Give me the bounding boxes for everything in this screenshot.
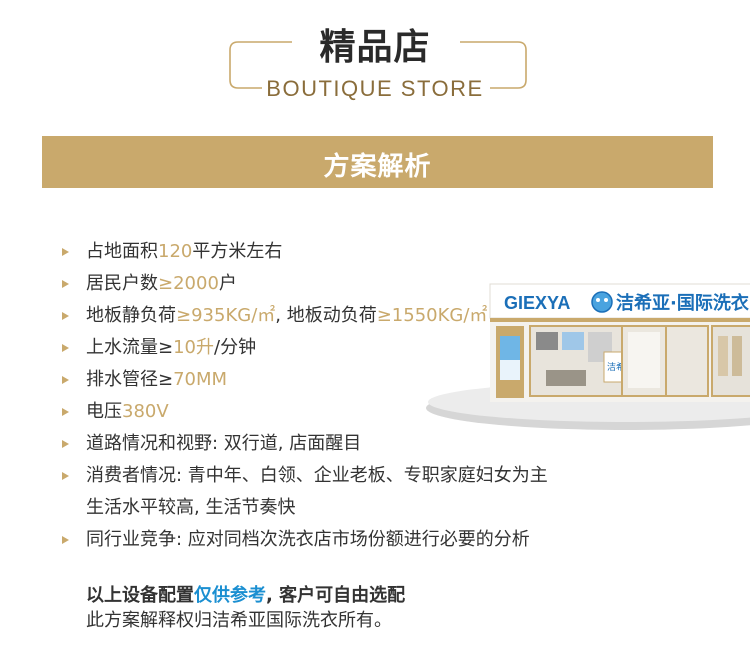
text-segment: 地板静负荷: [86, 305, 176, 326]
bullet-arrow-icon: [62, 344, 69, 352]
bullet-arrow-icon: [62, 408, 69, 416]
text-segment: 占地面积: [86, 241, 158, 262]
text-segment: 电压: [86, 401, 122, 422]
list-item-text: 占地面积120平方米左右: [86, 238, 282, 266]
highlight-value: ≥935KG/㎡: [176, 305, 276, 326]
list-item-text: 上水流量≥10升/分钟: [86, 334, 256, 362]
text-segment: 户: [218, 273, 237, 294]
text-segment: /分钟: [214, 337, 257, 358]
store-brand-en: GIEXYA: [504, 293, 570, 313]
bullet-arrow-icon: [62, 472, 69, 480]
banner-title: 方案解析: [323, 152, 432, 182]
highlight-value: 70MM: [173, 369, 228, 390]
footer-rights: 此方案解释权归洁希亚国际洗衣所有。: [86, 610, 392, 631]
text-segment: 上水流量≥: [86, 337, 174, 358]
store-front-image: GIEXYA 洁希亚·国际洗衣 洁希亚: [426, 283, 750, 430]
bullet-arrow-icon: [62, 248, 69, 256]
bullet-arrow-icon: [62, 536, 69, 544]
text-segment: 同行业竞争: 应对同档次洗衣店市场份额进行必要的分析: [86, 529, 530, 550]
footer-note: 以上设备配置仅供参考, 客户可自由选配: [86, 581, 405, 607]
text-segment: 消费者情况: 青中年、白领、企业老板、专职家庭妇女为主: [86, 465, 548, 486]
list-item-text: 同行业竞争: 应对同档次洗衣店市场份额进行必要的分析: [86, 526, 530, 554]
list-item-text: 排水管径≥70MM: [86, 366, 227, 394]
highlight-value: ≥2000: [158, 273, 219, 294]
text-segment: 道路情况和视野: 双行道, 店面醒目: [86, 433, 362, 454]
list-item-text: 消费者情况: 青中年、白领、企业老板、专职家庭妇女为主: [86, 462, 548, 490]
page-title: 精品店: [319, 27, 431, 68]
highlight-value: 10升: [173, 337, 214, 358]
list-item-text: 居民户数≥2000户: [86, 270, 237, 298]
list-item-text: 道路情况和视野: 双行道, 店面醒目: [86, 430, 361, 458]
text-segment: 居民户数: [86, 273, 158, 294]
mascot-icon: [591, 291, 613, 313]
footer-note-a: 以上设备配置: [86, 585, 194, 606]
list-item-continuation: 生活水平较高, 生活节奏快: [86, 497, 296, 518]
text-segment: 平方米左右: [192, 241, 283, 262]
footer-note-c: , 客户可自由选配: [266, 585, 406, 606]
store-brand-zh: 洁希亚·国际洗衣: [616, 292, 749, 314]
footer-note-highlight: 仅供参考: [194, 585, 266, 606]
highlight-value: 120: [158, 241, 193, 262]
bullet-arrow-icon: [62, 312, 69, 320]
bullet-arrow-icon: [62, 376, 69, 384]
section-banner: 方案解析: [42, 136, 713, 188]
text-segment: 排水管径≥: [86, 369, 174, 390]
bullet-arrow-icon: [62, 280, 69, 288]
bullet-arrow-icon: [62, 440, 69, 448]
highlight-value: 380V: [122, 401, 169, 422]
page-subtitle: BOUTIQUE STORE: [266, 76, 484, 101]
text-segment: , 地板动负荷: [275, 305, 377, 326]
list-item-text: 电压380V: [86, 398, 169, 426]
